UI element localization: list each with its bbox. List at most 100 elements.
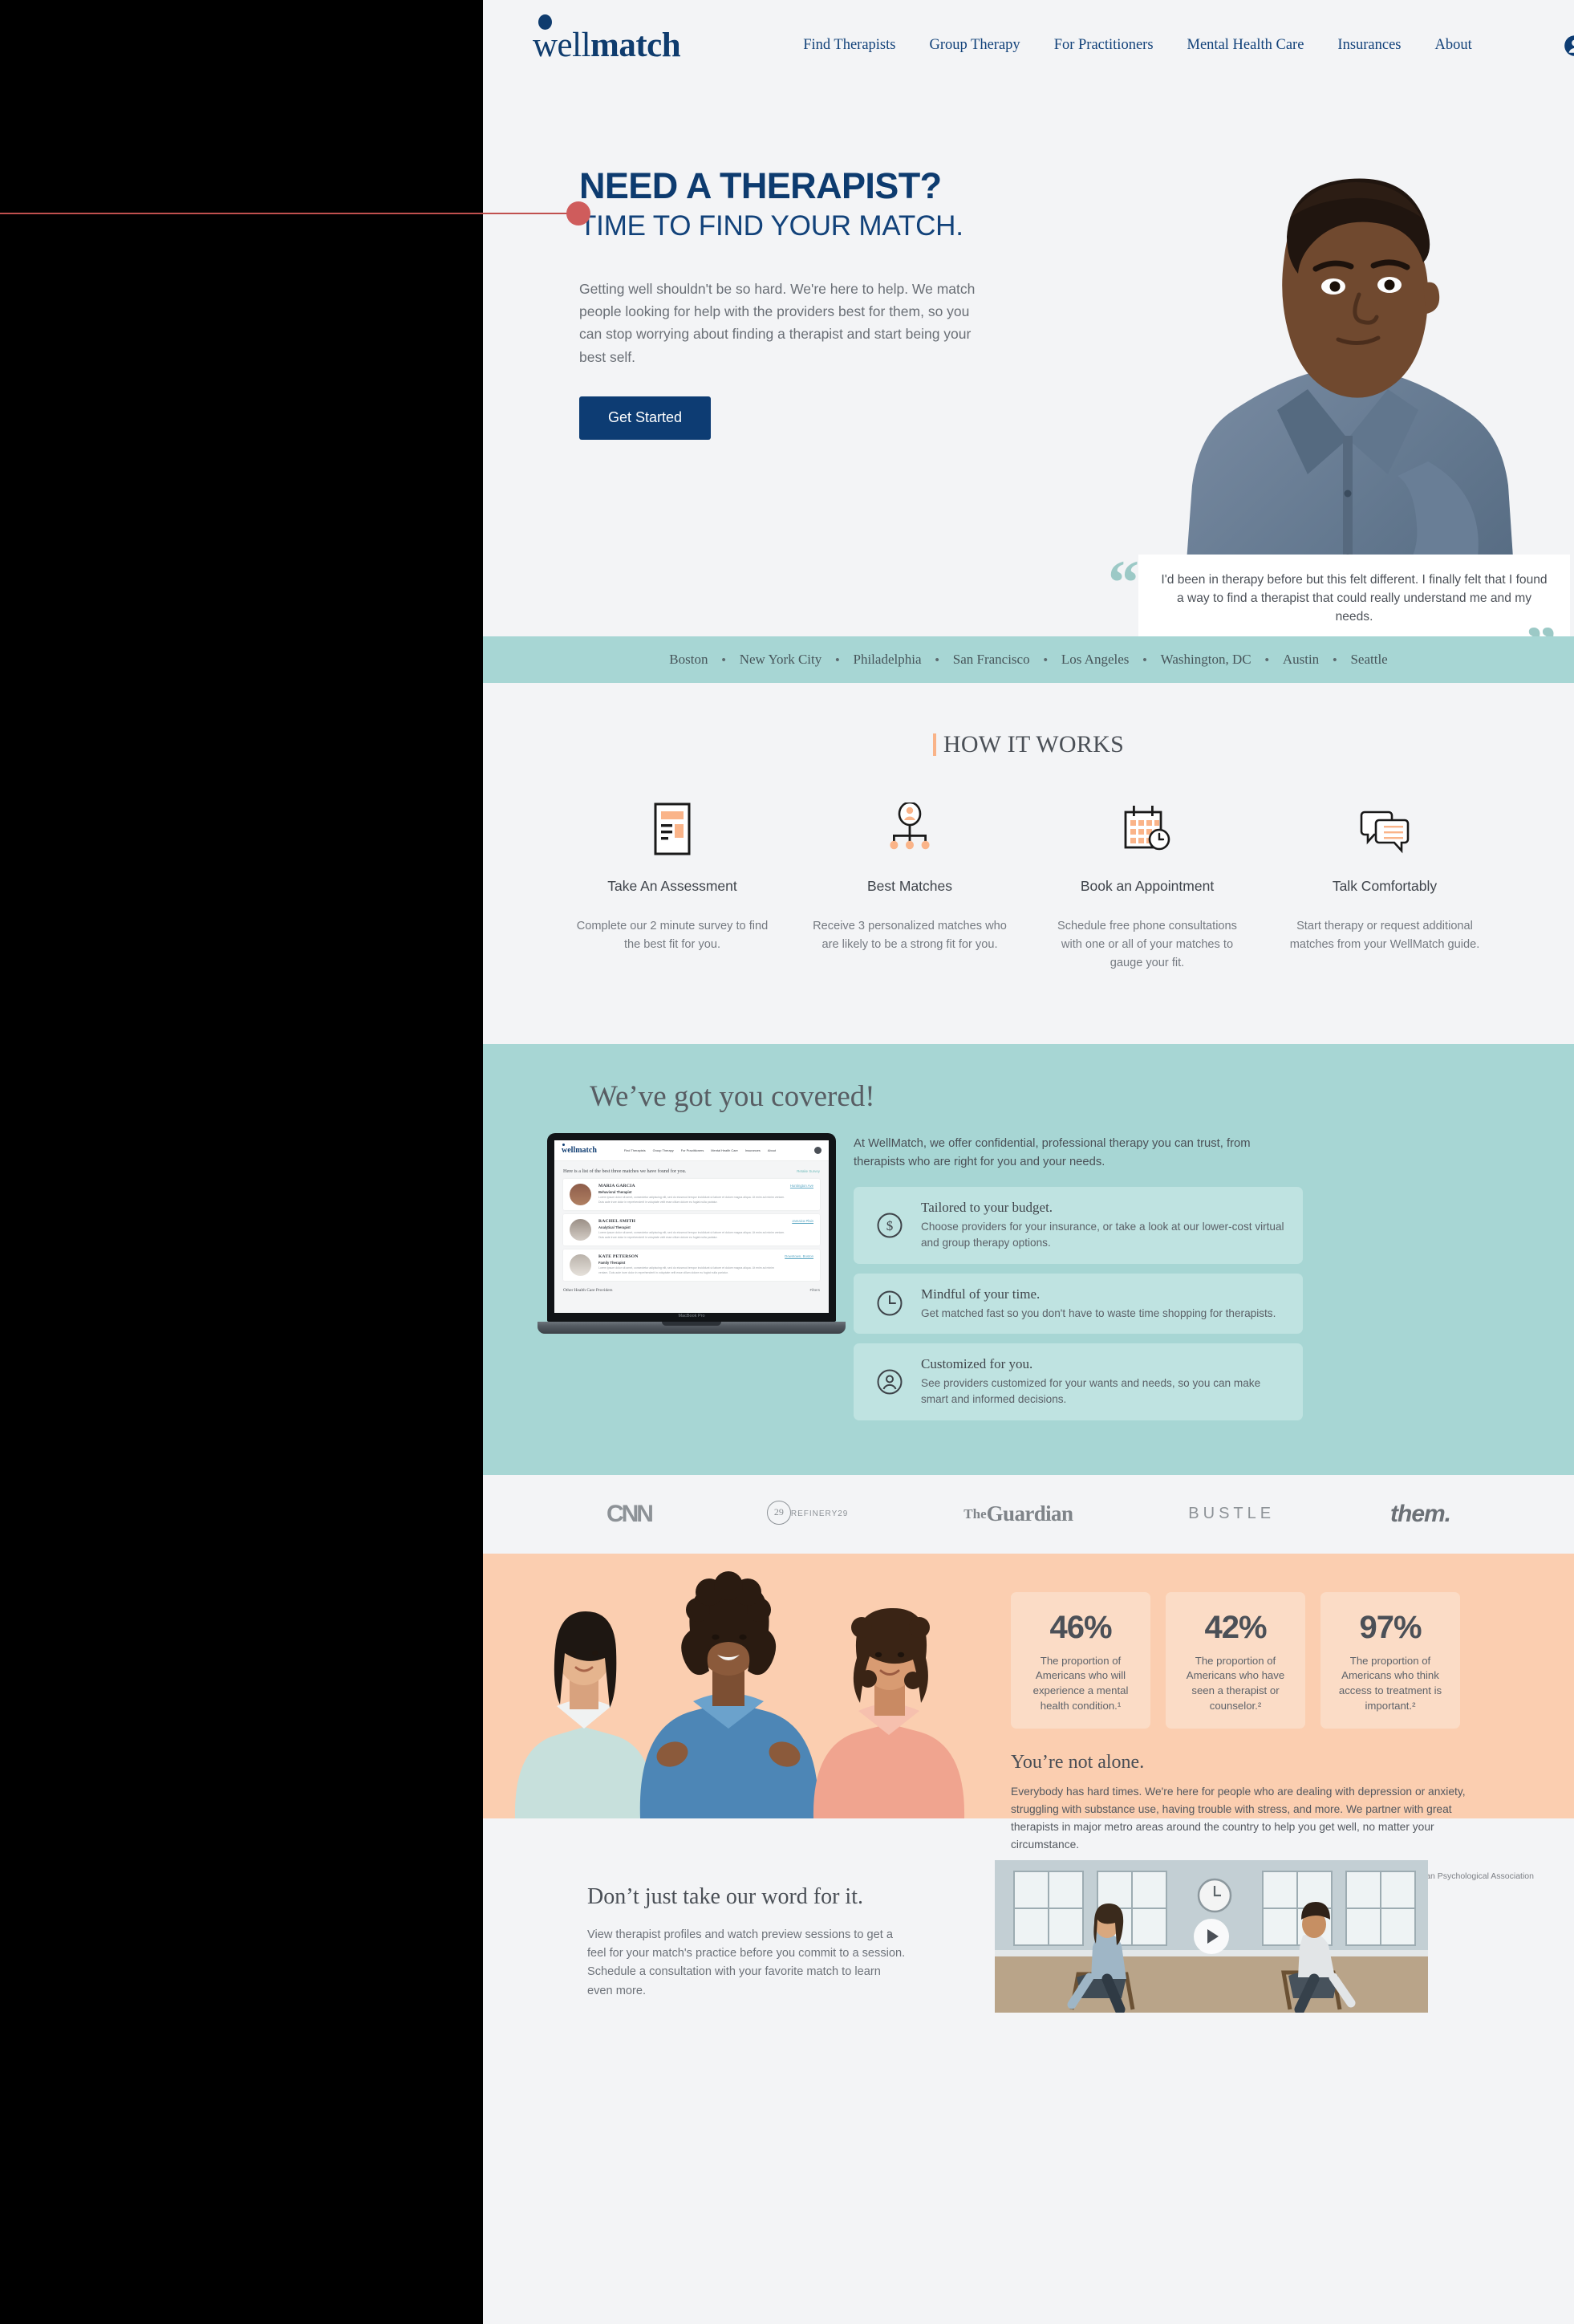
- get-started-button[interactable]: Get Started: [579, 396, 712, 440]
- match-name: RACHEL SMITH: [598, 1219, 636, 1225]
- app-retake-survey-link[interactable]: Retake Survey: [797, 1169, 820, 1173]
- city-boston[interactable]: Boston: [659, 652, 718, 668]
- nav-link-mental-health-care[interactable]: Mental Health Care: [1170, 37, 1321, 54]
- hero-copy: NEED A THERAPIST? TIME TO FIND YOUR MATC…: [579, 166, 1012, 440]
- wellmatch-logo[interactable]: wellmatch: [533, 14, 681, 64]
- match-role: Analytical Therapist: [598, 1225, 631, 1229]
- stat-card-46: 46% The proportion of Americans who will…: [1011, 1591, 1150, 1729]
- match-role: Behavioral Therapist: [598, 1189, 632, 1194]
- app-nav-about[interactable]: About: [768, 1148, 776, 1152]
- feature-card-title: Tailored to your budget.: [921, 1200, 1053, 1216]
- cursor-click-marker: [566, 201, 590, 225]
- match-location[interactable]: Downtown, Boston: [785, 1254, 813, 1276]
- app-nav-group-therapy[interactable]: Group Therapy: [653, 1148, 674, 1152]
- svg-text:$: $: [886, 1218, 894, 1233]
- video-copy: Don’t just take our word for it. View th…: [483, 1860, 964, 2013]
- bustle-wordmark: BUSTLE: [1188, 1505, 1276, 1523]
- feature-card-customized: Customized for you. See providers custom…: [854, 1343, 1303, 1420]
- stat-text: The proportion of Americans who think ac…: [1338, 1654, 1442, 1712]
- city-philadelphia[interactable]: Philadelphia: [843, 652, 932, 668]
- app-header: wellmatch Find Therapists Group Therapy …: [554, 1140, 829, 1162]
- match-info: RACHEL SMITH Analytical Therapist Lorem …: [598, 1219, 787, 1241]
- hero-subheading: TIME TO FIND YOUR MATCH.: [579, 209, 963, 242]
- how-it-works-section: HOW IT WORKS Take An Assessment Complete…: [483, 683, 1574, 1045]
- logo-text-light: well: [533, 26, 591, 64]
- feature-card-text: Get matched fast so you don't have to wa…: [921, 1306, 1276, 1319]
- match-location[interactable]: Jamaica Plain: [792, 1219, 813, 1241]
- quote-close-icon: ”: [1525, 617, 1556, 637]
- refinery29-wordmark: REFINERY29: [790, 1509, 849, 1519]
- app-results-footer: Other Health Care Providers Filters: [554, 1285, 829, 1293]
- account-circle-icon[interactable]: [1564, 34, 1574, 58]
- laptop-mockup-column: wellmatch Find Therapists Group Therapy …: [531, 1127, 846, 1429]
- wellmatch-app-screenshot: wellmatch Find Therapists Group Therapy …: [554, 1140, 829, 1314]
- not-alone-text: Everybody has hard times. We're here for…: [1011, 1785, 1466, 1851]
- cursor-trail-line: [0, 213, 584, 214]
- how-it-works-steps: Take An Assessment Complete our 2 minute…: [483, 802, 1574, 972]
- nav-link-group-therapy[interactable]: Group Therapy: [912, 37, 1036, 54]
- nav-link-for-practitioners[interactable]: For Practitioners: [1037, 37, 1170, 54]
- video-section: Don’t just take our word for it. View th…: [483, 1818, 1574, 2061]
- bustle-logo: BUSTLE: [1188, 1505, 1275, 1523]
- nav-link-insurances[interactable]: Insurances: [1320, 37, 1418, 54]
- city-washington-dc[interactable]: Washington, DC: [1150, 652, 1262, 668]
- app-account-icon[interactable]: [814, 1147, 821, 1155]
- how-it-works-title-row: HOW IT WORKS: [483, 731, 1574, 758]
- cities-bar: Boston • New York City • Philadelphia • …: [483, 636, 1574, 683]
- video-thumbnail[interactable]: [995, 1859, 1428, 2013]
- match-network-icon: [809, 802, 1011, 855]
- refinery29-mark-icon: 29: [766, 1500, 791, 1525]
- stat-text: The proportion of Americans who will exp…: [1032, 1654, 1129, 1712]
- app-nav-for-practitioners[interactable]: For Practitioners: [681, 1148, 704, 1152]
- app-results-headline: Here is a list of the best three matches…: [563, 1168, 687, 1175]
- stats-photo-three-women: [483, 1553, 996, 1818]
- feature-card-title: Mindful of your time.: [921, 1286, 1041, 1302]
- stats-section: 46% The proportion of Americans who will…: [483, 1553, 1574, 1881]
- them-logo: them.: [1390, 1500, 1451, 1527]
- city-new-york-city[interactable]: New York City: [729, 652, 833, 668]
- step-book-an-appointment: Book an Appointment Schedule free phone …: [1028, 802, 1266, 972]
- press-logos-bar: CNN 29 REFINERY29 The Guardian BUSTLE th…: [483, 1474, 1574, 1554]
- app-logo-dot-icon: [562, 1144, 565, 1147]
- match-description: Lorem ipsum dolor sit amet, consectetur …: [598, 1196, 785, 1204]
- city-austin[interactable]: Austin: [1272, 652, 1329, 668]
- match-info: MARIA GARCIA Behavioral Therapist Lorem …: [598, 1184, 785, 1205]
- nav-link-find-therapists[interactable]: Find Therapists: [786, 37, 912, 54]
- person-check-icon: [871, 1368, 908, 1396]
- step-text: Start therapy or request additional matc…: [1289, 920, 1480, 951]
- app-match-card[interactable]: RACHEL SMITH Analytical Therapist Lorem …: [563, 1214, 820, 1246]
- step-title: Take An Assessment: [607, 878, 737, 894]
- stat-cards: 46% The proportion of Americans who will…: [1011, 1591, 1535, 1729]
- app-nav-insurances[interactable]: Insurances: [745, 1148, 761, 1152]
- site-header: wellmatch Find Therapists Group Therapy …: [483, 0, 1574, 91]
- clock-icon: [871, 1290, 908, 1317]
- step-text: Complete our 2 minute survey to find the…: [576, 920, 769, 951]
- logo-text-bold: match: [590, 26, 681, 64]
- video-title: Don’t just take our word for it.: [587, 1883, 863, 1909]
- play-button-icon[interactable]: [1194, 1918, 1229, 1954]
- app-match-card[interactable]: MARIA GARCIA Behavioral Therapist Lorem …: [563, 1179, 820, 1211]
- accent-bar: [932, 733, 936, 756]
- city-los-angeles[interactable]: Los Angeles: [1051, 652, 1140, 668]
- app-logo: wellmatch: [562, 1144, 597, 1155]
- covered-section: We’ve got you covered! wellmatch Find Th…: [483, 1044, 1574, 1475]
- filters-button[interactable]: Filters: [809, 1288, 820, 1293]
- app-nav-find-therapists[interactable]: Find Therapists: [624, 1148, 646, 1152]
- step-title: Talk Comfortably: [1332, 878, 1438, 894]
- city-san-francisco[interactable]: San Francisco: [943, 652, 1041, 668]
- city-seattle[interactable]: Seattle: [1340, 652, 1398, 668]
- nav-link-about[interactable]: About: [1418, 37, 1489, 54]
- city-separator: •: [1264, 652, 1269, 667]
- assessment-document-icon: [571, 802, 773, 855]
- feature-card-body: Mindful of your time. Get matched fast s…: [908, 1286, 1276, 1322]
- guardian-guardian: Guardian: [986, 1501, 1073, 1526]
- dollar-circle-icon: $: [871, 1212, 908, 1239]
- feature-card-text: Choose providers for your insurance, or …: [921, 1221, 1284, 1249]
- app-match-card[interactable]: KATE PETERSON Family Therapist Lorem ips…: [563, 1249, 820, 1282]
- match-location[interactable]: Huntington Ave: [790, 1184, 813, 1205]
- app-nav-mental-health-care[interactable]: Mental Health Care: [711, 1148, 738, 1152]
- how-it-works-title: HOW IT WORKS: [943, 731, 1125, 758]
- screenshot-root: wellmatch Find Therapists Group Therapy …: [0, 0, 1574, 2324]
- avatar: [570, 1254, 591, 1277]
- feature-card-text: See providers customized for your wants …: [921, 1377, 1261, 1405]
